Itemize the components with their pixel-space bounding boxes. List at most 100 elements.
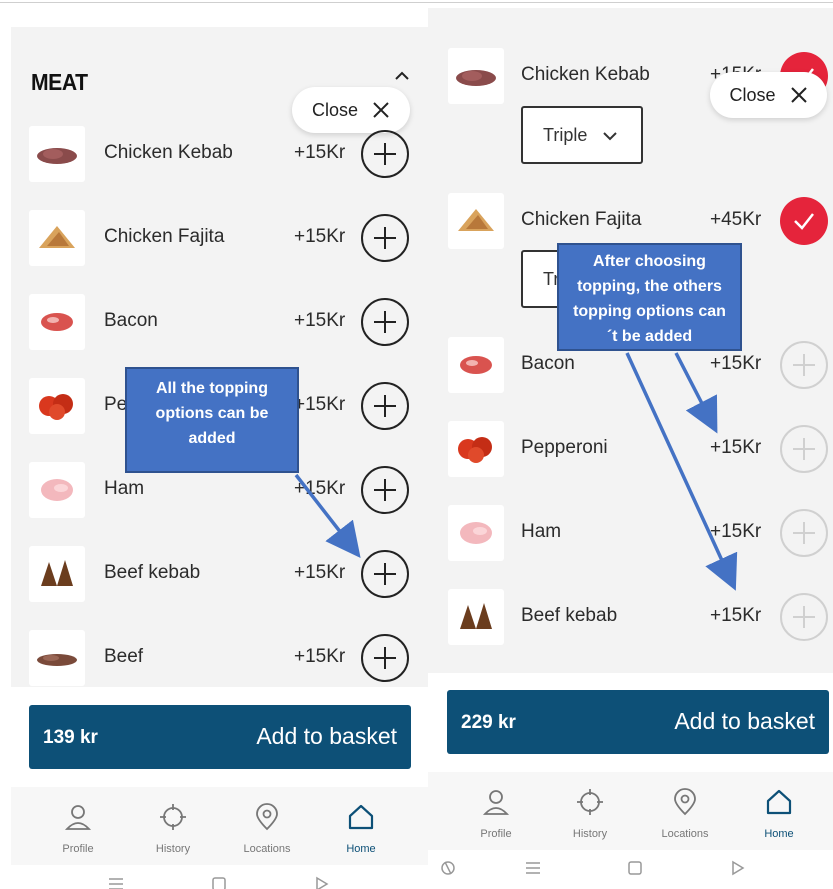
quantity-value: Triple bbox=[543, 125, 588, 145]
topping-image bbox=[448, 589, 504, 645]
annotation-callout-right: After choosing topping, the others toppi… bbox=[557, 243, 742, 351]
basket-label: Add to basket bbox=[256, 723, 397, 749]
rotate-icon[interactable] bbox=[440, 860, 456, 876]
add-topping-button[interactable] bbox=[361, 382, 409, 430]
add-topping-button-disabled[interactable] bbox=[780, 509, 828, 557]
profile-icon bbox=[482, 790, 510, 815]
topping-name: Pe bbox=[104, 394, 128, 415]
tab-label: Profile bbox=[480, 828, 512, 840]
square-icon[interactable] bbox=[627, 860, 643, 876]
location-icon bbox=[256, 803, 278, 831]
topping-image bbox=[29, 126, 85, 182]
tab-home[interactable]: Home bbox=[734, 772, 824, 850]
topping-price: +15Kr bbox=[294, 310, 346, 331]
topping-name: Chicken Fajita bbox=[521, 209, 642, 230]
tab-locations[interactable]: Locations bbox=[222, 787, 312, 865]
home-icon bbox=[766, 789, 792, 815]
topping-name: Chicken Kebab bbox=[521, 64, 650, 85]
location-icon bbox=[674, 788, 696, 816]
topping-row-beef-kebab: Beef kebab +15Kr bbox=[11, 544, 429, 604]
bottom-tab-bar: Profile History Locations Home bbox=[11, 787, 429, 865]
tab-history[interactable]: History bbox=[128, 787, 218, 865]
chevron-down-icon bbox=[603, 132, 617, 141]
tab-history[interactable]: History bbox=[545, 772, 635, 850]
topping-name: Beef kebab bbox=[104, 562, 201, 583]
topping-image bbox=[29, 210, 85, 266]
topping-row-pepperoni: Pepperoni +15Kr bbox=[428, 419, 833, 479]
tab-label: History bbox=[155, 843, 191, 855]
square-icon[interactable] bbox=[211, 876, 227, 889]
tab-label: Locations bbox=[661, 828, 709, 840]
add-topping-button-disabled[interactable] bbox=[780, 341, 828, 389]
topping-image bbox=[448, 48, 504, 104]
topping-price: +15Kr bbox=[294, 646, 346, 667]
tab-label: History bbox=[572, 828, 608, 840]
topping-image bbox=[29, 462, 85, 518]
add-topping-button-disabled[interactable] bbox=[780, 593, 828, 641]
topping-image bbox=[29, 378, 85, 434]
check-icon bbox=[794, 213, 814, 230]
system-navigation-bar bbox=[428, 854, 833, 884]
topping-image bbox=[448, 505, 504, 561]
topping-name: Pepperoni bbox=[521, 437, 608, 458]
topping-name: Bacon bbox=[521, 353, 575, 374]
add-to-basket-button[interactable]: 229 kr Add to basket bbox=[447, 690, 829, 754]
basket-amount: 229 kr bbox=[461, 712, 516, 733]
topping-image bbox=[29, 546, 85, 602]
topping-price: +15Kr bbox=[294, 226, 346, 247]
right-phone-screen: Chicken Kebab +15Kr Triple Close Chicken… bbox=[428, 8, 833, 889]
system-navigation-bar bbox=[11, 870, 429, 889]
tab-profile[interactable]: Profile bbox=[33, 787, 123, 865]
add-to-basket-button[interactable]: 139 kr Add to basket bbox=[29, 705, 411, 769]
chevron-up-icon[interactable] bbox=[393, 67, 411, 85]
topping-image bbox=[448, 193, 504, 249]
quantity-select[interactable]: Triple bbox=[521, 106, 643, 164]
close-icon bbox=[373, 102, 389, 118]
topping-row-ham: Ham +15Kr bbox=[428, 503, 833, 563]
close-label: Close bbox=[729, 84, 776, 105]
topping-image bbox=[448, 337, 504, 393]
add-topping-button[interactable] bbox=[361, 214, 409, 262]
tab-locations[interactable]: Locations bbox=[640, 772, 730, 850]
section-title: MEAT bbox=[31, 69, 88, 95]
history-icon bbox=[577, 789, 603, 815]
add-topping-button[interactable] bbox=[361, 130, 409, 178]
home-icon bbox=[348, 804, 374, 830]
add-topping-button[interactable] bbox=[361, 466, 409, 514]
close-button[interactable]: Close bbox=[710, 72, 827, 118]
topping-row-bacon: Bacon +15Kr bbox=[11, 292, 429, 352]
close-icon bbox=[790, 87, 807, 103]
topping-row-beef: Beef +15Kr bbox=[11, 628, 429, 688]
topping-image bbox=[29, 630, 85, 686]
topping-price: +15Kr bbox=[294, 478, 346, 499]
add-topping-button[interactable] bbox=[361, 634, 409, 682]
topping-price: +45Kr bbox=[710, 209, 762, 230]
add-topping-button-disabled[interactable] bbox=[780, 425, 828, 473]
topping-image bbox=[29, 294, 85, 350]
topping-price: +15Kr bbox=[710, 437, 762, 458]
tab-profile[interactable]: Profile bbox=[451, 772, 541, 850]
topping-name: Chicken Kebab bbox=[104, 142, 233, 163]
menu-icon[interactable] bbox=[108, 876, 124, 889]
annotation-callout-left: All the topping options can be added bbox=[125, 367, 299, 473]
topping-image bbox=[448, 421, 504, 477]
topping-price: +15Kr bbox=[710, 353, 762, 374]
add-topping-button[interactable] bbox=[361, 298, 409, 346]
close-label: Close bbox=[311, 99, 359, 120]
tab-label: Home bbox=[346, 843, 376, 855]
back-icon[interactable] bbox=[314, 876, 330, 889]
topping-row-beef-kebab: Beef kebab +15Kr bbox=[428, 587, 833, 647]
topping-name: Ham bbox=[521, 521, 562, 542]
topping-name: Bacon bbox=[104, 310, 158, 331]
topping-name: Chicken Fajita bbox=[104, 226, 225, 247]
selected-topping-button[interactable] bbox=[780, 197, 828, 245]
back-icon[interactable] bbox=[730, 860, 746, 876]
topping-row-chicken-fajita: Chicken Fajita +45Kr bbox=[428, 191, 833, 251]
history-icon bbox=[160, 804, 186, 830]
bottom-tab-bar: Profile History Locations Home bbox=[428, 772, 833, 850]
tab-label: Home bbox=[764, 828, 794, 840]
tab-home[interactable]: Home bbox=[316, 787, 406, 865]
menu-icon[interactable] bbox=[525, 860, 541, 876]
add-topping-button[interactable] bbox=[361, 550, 409, 598]
topping-price: +15Kr bbox=[710, 521, 762, 542]
